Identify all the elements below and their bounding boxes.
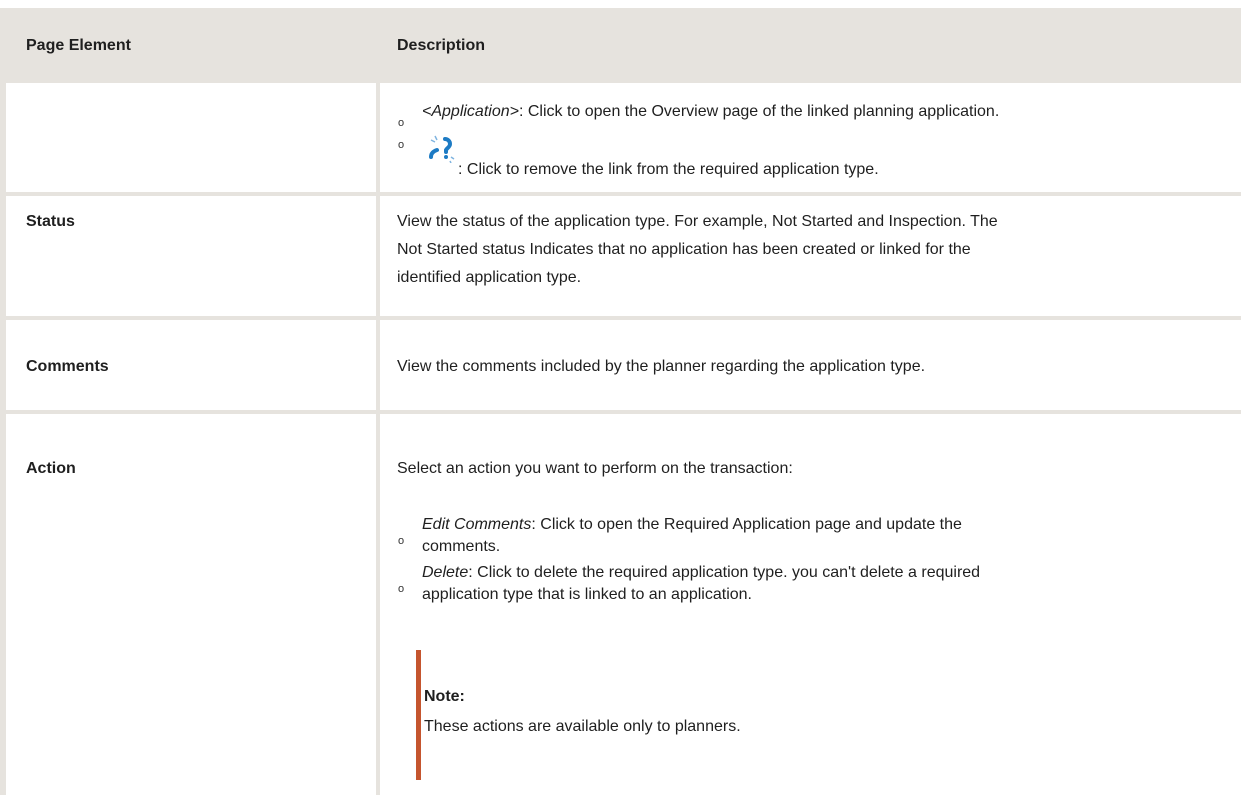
table-left-border [0, 8, 6, 795]
list-item-application-link: <Application>: Click to open the Overvie… [422, 98, 1229, 126]
note-title: Note: [424, 688, 465, 705]
list-item-remove-link: : Click to remove the link from the requ… [458, 156, 1229, 184]
note-accent-bar [416, 650, 421, 780]
list-item-text: : Click to open the Required Application… [531, 516, 962, 533]
table-header: Page Element Description [6, 8, 1241, 83]
column-header-description: Description [397, 36, 486, 54]
list-item-text: application type that is linked to an ap… [422, 586, 752, 603]
list-item-text: comments. [422, 538, 501, 555]
row-divider [6, 316, 1241, 320]
bullet-marker: o [398, 139, 405, 151]
bullet-marker: o [398, 535, 405, 547]
table-column-divider [376, 8, 380, 795]
column-header-page-element: Page Element [26, 36, 131, 54]
page-element-table: Page Element Description o <Application>… [0, 0, 1241, 795]
row-label-comments: Comments [26, 358, 109, 375]
bullet-marker: o [398, 583, 405, 595]
row-label-status: Status [26, 213, 75, 230]
status-line-3: identified application type. [397, 269, 582, 286]
row-divider [6, 410, 1241, 414]
action-intro: Select an action you want to perform on … [397, 460, 793, 477]
list-item-edit-comments: Edit Comments: Click to open the Require… [422, 514, 962, 558]
comments-description: View the comments included by the planne… [397, 358, 926, 375]
list-item-text: : Click to remove the link from the requ… [458, 161, 879, 178]
term-delete: Delete [422, 564, 469, 581]
list-item-delete: Delete: Click to delete the required app… [422, 562, 980, 606]
status-description: View the status of the application type.… [397, 208, 1229, 292]
term-application: <Application> [422, 103, 519, 120]
term-edit-comments: Edit Comments [422, 516, 532, 533]
list-item-text: : Click to delete the required applicati… [468, 564, 981, 581]
note-text: These actions are available only to plan… [424, 718, 741, 735]
status-line-2: Not Started status Indicates that no app… [397, 241, 971, 258]
row-divider [6, 192, 1241, 196]
status-line-1: View the status of the application type.… [397, 213, 998, 230]
row-label-action: Action [26, 460, 76, 477]
list-item-text: : Click to open the Overview page of the… [518, 103, 1000, 120]
bullet-marker: o [398, 117, 405, 129]
unlink-icon [429, 135, 455, 163]
